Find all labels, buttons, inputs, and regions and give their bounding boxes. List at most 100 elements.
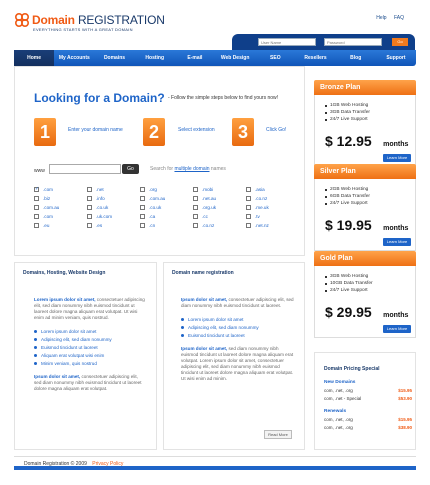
plan-body: 3GB Web Hosting 10GB Data Transfer 24/7 … [314,266,416,338]
tld-option[interactable]: ✓ .com [34,187,84,192]
tld-option[interactable]: .co.nz [193,223,243,228]
plan-features: 1GB Web Hosting 3GB Data Transfer 24/7 L… [325,102,370,123]
checkbox[interactable] [193,223,198,228]
search-hint: Search for multiple domain names [150,166,226,172]
tld-option[interactable]: .cc [193,214,243,219]
step-2-badge: 2 [143,118,165,146]
hint-prefix: Search for [150,166,175,172]
checkbox[interactable] [34,223,39,228]
checkbox[interactable] [34,205,39,210]
checkbox[interactable] [193,196,198,201]
step-1-label: Enter your domain name [68,127,123,133]
tld-option[interactable]: .asia [246,187,296,192]
help-link[interactable]: Help [376,15,386,21]
checkbox[interactable] [140,187,145,192]
tld-option[interactable]: .co.uk [87,205,137,210]
copyright: Domain Registration © 2009 [24,461,87,467]
plan-feature: 3GB Web Hosting [325,273,373,280]
lead-paragraph: Ipsum dolor sit amet, sed diam nonummy n… [181,346,294,381]
nav-domains[interactable]: Domains [94,50,134,66]
faq-link[interactable]: FAQ [394,15,404,21]
tld-option[interactable]: .net.au [193,196,243,201]
tagline: EVERYTHING STARTS WITH A GREAT DOMAIN [33,27,133,32]
learn-more-button[interactable]: Learn More [383,154,411,162]
logo-text[interactable]: Domain REGISTRATION [32,13,165,27]
tld-option[interactable]: .org [140,187,190,192]
checkbox[interactable] [246,205,251,210]
plan-price: $ 29.95 [325,304,372,320]
tld-option[interactable]: .com.au [34,205,84,210]
list-item: Lorem ipsum dolor sit amet [181,317,297,322]
tld-option[interactable]: .cn [140,223,190,228]
tld-option[interactable]: .biz [34,196,84,201]
tld-option[interactable]: .eu [34,223,84,228]
read-more-button[interactable]: Read More [264,430,292,439]
tld-option[interactable]: .tv [246,214,296,219]
checkbox[interactable] [140,223,145,228]
nav-email[interactable]: E-mail [175,50,215,66]
password-input[interactable] [324,38,382,46]
checkbox-checked[interactable]: ✓ [34,187,39,192]
hero-title: Looking for a Domain? [34,91,165,105]
checkbox[interactable] [193,187,198,192]
nav-blog[interactable]: Blog [336,50,376,66]
login-go-button[interactable]: Go [392,38,408,46]
tld-option[interactable]: .mobi [193,187,243,192]
checkbox[interactable] [246,187,251,192]
nav-hosting[interactable]: Hosting [135,50,175,66]
tld-option[interactable]: .org.uk [193,205,243,210]
tld-option[interactable]: .ca [140,214,190,219]
learn-more-button[interactable]: Learn More [383,325,411,333]
plan-body: 2GB Web Hosting 6GB Data Transfer 24/7 L… [314,179,416,251]
username-input[interactable] [258,38,316,46]
tld-option[interactable]: .info [87,196,137,201]
domain-search-go-button[interactable]: Go [122,164,139,174]
checkbox[interactable] [87,196,92,201]
checkbox[interactable] [87,187,92,192]
step-3-badge: 3 [232,118,254,146]
checkbox[interactable] [246,214,251,219]
list-item: Aliquam erat volutpat wisi enim [34,353,146,358]
checkbox[interactable] [246,196,251,201]
lead-paragraph: Ipsum dolor sit amet, consectetuer adipi… [34,374,142,391]
privacy-policy-link[interactable]: Privacy Policy [92,461,123,467]
tld-option[interactable]: .co.nz [246,196,296,201]
checkbox[interactable] [246,223,251,228]
nav-my-accounts[interactable]: My Accounts [54,50,94,66]
tld-option[interactable]: .net.nz [246,223,296,228]
tld-option[interactable]: .co.uk [140,205,190,210]
nav-resellers[interactable]: Resellers [295,50,335,66]
nav-support[interactable]: Support [376,50,416,66]
checkbox[interactable] [140,196,145,201]
learn-more-button[interactable]: Learn More [383,238,411,246]
plan-price: $ 19.95 [325,217,372,233]
plan-feature: 6GB Data Transfer [325,193,370,200]
checkbox[interactable] [87,214,92,219]
checkbox[interactable] [193,214,198,219]
tld-option[interactable]: .es [87,223,137,228]
nav-web-design[interactable]: Web Design [215,50,255,66]
nav-home[interactable]: Home [14,50,55,66]
checkbox[interactable] [193,205,198,210]
hero-subtitle: - Follow the simple steps below to find … [168,95,279,101]
tld-option[interactable]: .uk.com [87,214,137,219]
renewals-label: Renewals [324,409,347,414]
nav-seo[interactable]: SEO [255,50,295,66]
checkbox[interactable] [140,205,145,210]
checkbox[interactable] [34,214,39,219]
tld-option[interactable]: .me.uk [246,205,296,210]
tld-option[interactable]: .com.au [140,196,190,201]
tld-option[interactable]: .net [87,187,137,192]
checkbox[interactable] [34,196,39,201]
footer-text: Domain Registration © 2009 Privacy Polic… [24,461,123,467]
checkbox[interactable] [87,223,92,228]
plan-feature: 24/7 Live Support [325,116,370,123]
domain-search-input[interactable] [49,164,121,174]
checkbox[interactable] [140,214,145,219]
box-title: Domain name registration [172,270,234,276]
list-item: Euismod tincidunt ut laoreet [34,345,146,350]
tld-option[interactable]: .com [34,214,84,219]
plan-feature: 1GB Web Hosting [325,102,370,109]
checkbox[interactable] [87,205,92,210]
multiple-domain-link[interactable]: multiple domain [174,166,209,172]
